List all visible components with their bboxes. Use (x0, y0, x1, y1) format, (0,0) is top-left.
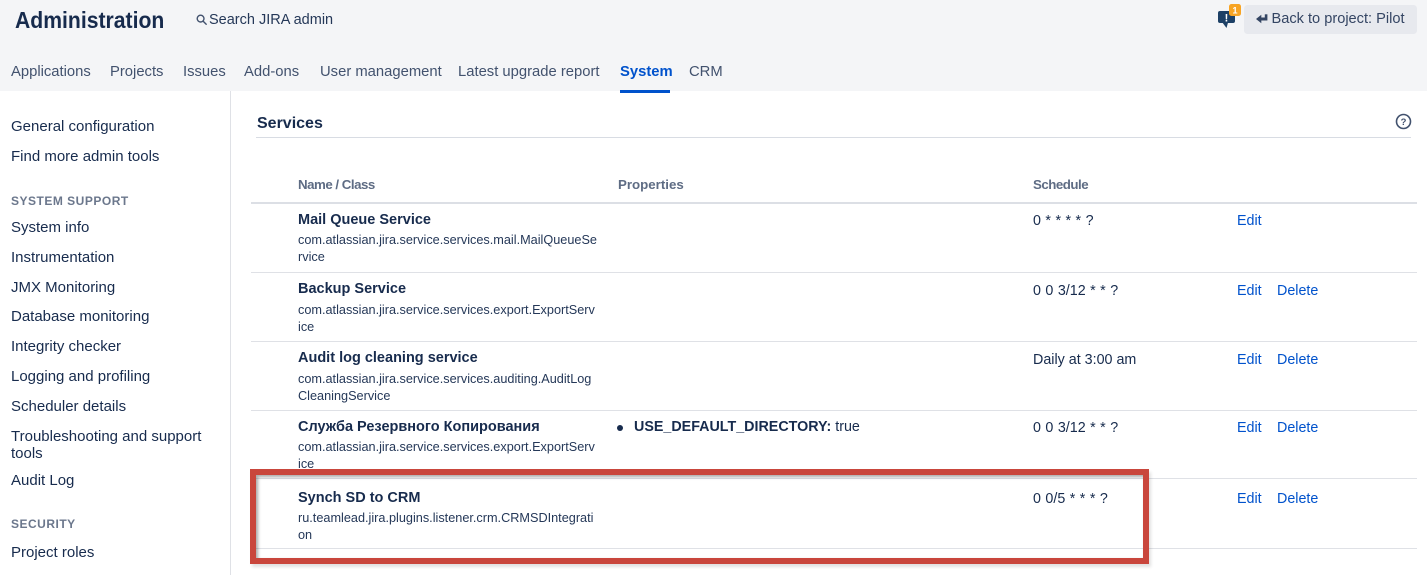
svg-text:1: 1 (1232, 5, 1237, 15)
svg-text:!: ! (1225, 13, 1229, 25)
svg-text:?: ? (1401, 117, 1407, 128)
